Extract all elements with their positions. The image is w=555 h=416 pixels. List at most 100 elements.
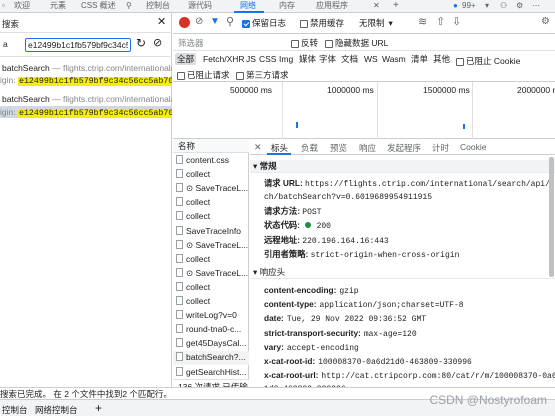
type-doc[interactable]: 文档 [339,53,360,65]
blocked-cookies-toggle[interactable]: 已阻止 Cookie [456,55,520,67]
third-party-checkbox[interactable] [236,71,244,80]
blocked-requests-row: 已阻止请求 第三方请求 [173,67,555,82]
clear-icon[interactable]: ⊘ [153,36,162,49]
tab-sources[interactable]: 源代码 [188,0,212,12]
blocked-requests-checkbox[interactable] [177,71,185,80]
search-input[interactable] [25,38,131,52]
close-icon[interactable]: ✕ [157,15,166,28]
more-options-icon[interactable]: ⋯ [532,0,540,12]
third-party-toggle[interactable]: 第三方请求 [236,69,289,81]
tab-console[interactable]: 控制台 [146,0,170,12]
record-icon[interactable] [179,17,190,28]
tab-elements[interactable]: 元素 [50,0,66,12]
import-icon[interactable]: ⇧ [436,15,445,28]
disable-cache-checkbox[interactable] [300,19,308,28]
request-row[interactable]: get45DaysCal... [173,337,249,351]
type-img[interactable]: Img [277,53,295,65]
tab-timing[interactable]: 计时 [432,142,449,154]
detail-scrollbar[interactable] [549,157,554,277]
gear-icon[interactable]: ⚙ [516,0,523,12]
preserve-log-checkbox[interactable] [242,19,250,28]
wifi-icon[interactable]: ≋ [418,15,427,28]
refresh-icon[interactable]: ↻ [136,36,146,50]
hide-data-url-toggle[interactable]: 隐藏数据 URL [325,37,388,49]
response-headers-section-header[interactable]: ▾ 响应头 [250,266,555,279]
request-row[interactable]: content.css [173,154,249,168]
result-line-2[interactable]: igin: e12499b1c1fb579bf9c34c56cc5ab70d [0,106,172,118]
tab-application[interactable]: 应用程序 [316,0,348,12]
issues-count[interactable]: 99+ [462,0,476,12]
tab-cookies[interactable]: Cookie [460,142,486,152]
result-file-1[interactable]: batchSearch — flights.ctrip.com/internat… [2,63,172,73]
request-row[interactable]: SaveTraceInfo [173,225,249,239]
tab-preview[interactable]: 预览 [330,142,347,154]
type-manifest[interactable]: 清单 [409,53,430,65]
preserve-log-label: 保留日志 [252,18,287,28]
filter-input[interactable]: 筛选器 [178,37,204,49]
drawer-tab-console[interactable]: 控制台 [2,404,28,416]
type-font[interactable]: 字体 [317,53,338,65]
hide-data-url-checkbox[interactable] [325,39,333,48]
request-row[interactable]: collect [173,196,249,210]
add-tab-icon[interactable]: + [393,0,399,12]
request-row[interactable]: ⊙ SaveTraceL... [173,239,249,253]
active-detail-tab-indicator [267,153,291,155]
request-row[interactable]: collect [173,281,249,295]
result-line-1[interactable]: igin: e12499b1c1fb579bf9c34c56cc5ab70d [0,74,172,86]
request-row[interactable]: writeLog?v=0 [173,309,249,323]
request-name: content.css [186,155,229,165]
type-filter-row: 全部 Fetch/XHR JS CSS Img 媒体 字体 文档 WS Wasm… [173,51,555,67]
tab-welcome[interactable]: 欢迎 [14,0,30,12]
tab-initiator[interactable]: 发起程序 [387,142,421,154]
request-row[interactable]: collect [173,210,249,224]
general-section-header[interactable]: ▾ 常规 [250,160,555,173]
general-section-title: 常规 [259,161,277,171]
type-js[interactable]: JS [244,53,258,65]
preserve-log-toggle[interactable]: 保留日志 [242,17,286,29]
profile-icon[interactable]: ⚇ [500,0,507,12]
request-row[interactable]: ⊙ SaveTraceL... [173,267,249,281]
request-row[interactable]: collect [173,253,249,267]
type-ws[interactable]: WS [362,53,380,65]
add-drawer-tab-icon[interactable]: + [95,401,102,415]
tab-response[interactable]: 响应 [359,142,376,154]
filter-icon[interactable]: ▼ [210,16,220,27]
type-media[interactable]: 媒体 [297,53,318,65]
more-tabs-icon[interactable]: ✕ [373,0,380,12]
type-wasm[interactable]: Wasm [380,53,408,65]
timeline-overview[interactable]: 500000 ms 1000000 ms 1500000 ms 2000000 … [173,82,555,139]
request-row[interactable]: getSearchHist... [173,366,249,380]
disable-cache-toggle[interactable]: 禁用缓存 [300,17,344,29]
timeline-tick: 1500000 ms [423,85,470,95]
request-row[interactable]: ⊙ SaveTraceL... [173,182,249,196]
type-css[interactable]: CSS [257,53,278,65]
drawer-tab-network-console[interactable]: 网络控制台 [35,404,78,416]
export-icon[interactable]: ⇩ [452,15,461,28]
type-other[interactable]: 其他 [431,53,452,65]
result-file-2[interactable]: batchSearch — flights.ctrip.com/internat… [2,94,172,104]
search-icon[interactable]: ⚲ [226,15,234,28]
close-detail-icon[interactable]: ✕ [254,142,262,153]
invert-toggle[interactable]: 反转 [291,37,318,49]
request-row[interactable]: collect [173,168,249,182]
name-column-header[interactable]: 名称 [173,139,249,153]
throttle-select[interactable]: 无限制 ▾ [359,17,393,29]
request-row[interactable]: collect [173,295,249,309]
blocked-requests-toggle[interactable]: 已阻止请求 [177,69,230,81]
tab-payload[interactable]: 负载 [301,142,318,154]
tab-memory[interactable]: 内存 [279,0,295,12]
request-row[interactable]: round-tna0-c... [173,323,249,337]
request-list: 名称 content.css collect ⊙ SaveTraceL... coll… [173,139,249,393]
network-settings-icon[interactable]: ⚙ [541,16,550,27]
chevron-down-icon[interactable]: ▾ [485,0,489,12]
match-case-toggle[interactable]: a [3,39,8,49]
invert-checkbox[interactable] [291,39,299,48]
blocked-cookies-checkbox[interactable] [456,57,464,66]
issues-icon[interactable]: ● [453,0,458,12]
tab-css-overview[interactable]: CSS 概述 [81,0,116,12]
clear-log-icon[interactable]: ⊘ [195,16,203,27]
request-row[interactable]: batchSearch?... [173,351,249,366]
type-all[interactable]: 全部 [175,53,197,65]
file-icon [176,324,183,334]
type-fetch-xhr[interactable]: Fetch/XHR [201,53,247,65]
